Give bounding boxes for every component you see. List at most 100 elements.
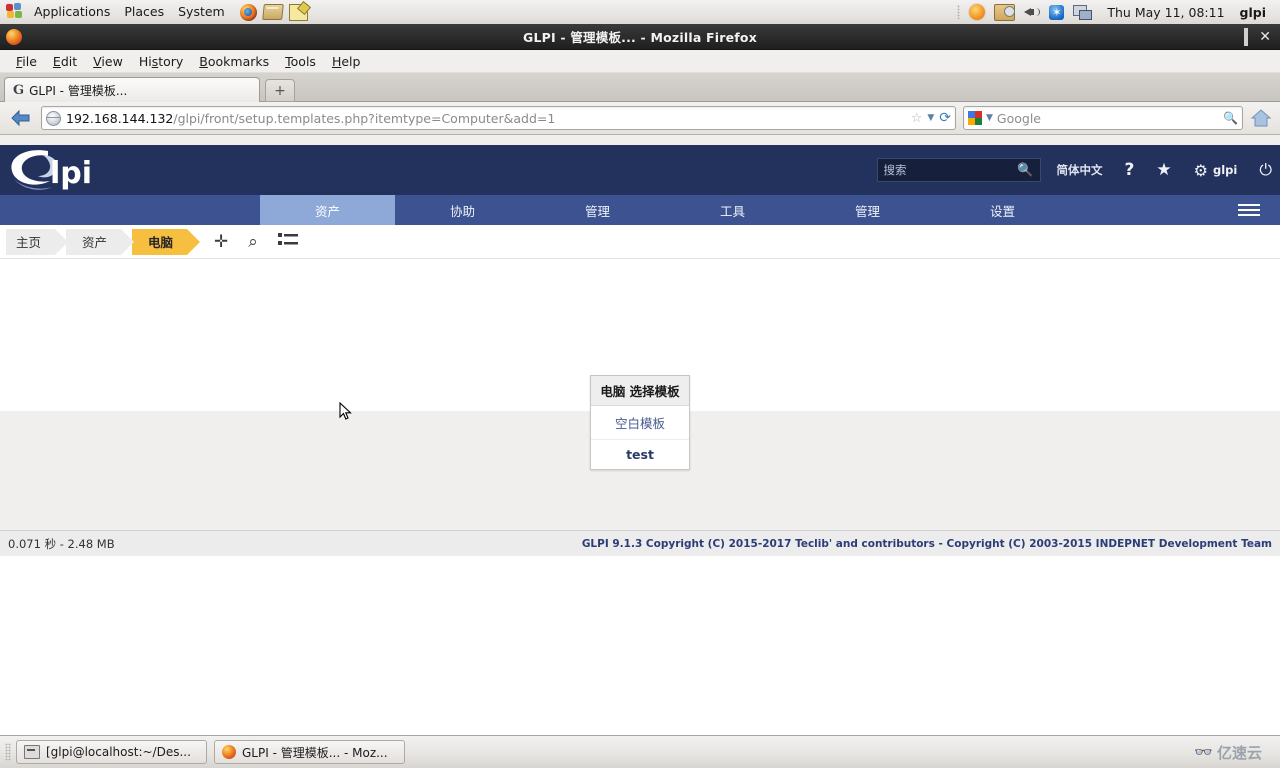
firefox-launcher-icon[interactable]	[240, 4, 257, 21]
menu-item-administration[interactable]: 管理	[800, 195, 935, 225]
template-item-blank[interactable]: 空白模板	[591, 406, 689, 439]
glpi-page: lpi 搜索 🔍 简体中文 ? ★ ⚙ glpi ⏻	[0, 145, 1280, 411]
breadcrumb-assets[interactable]: 资产	[66, 229, 121, 255]
home-button[interactable]	[1250, 108, 1272, 128]
menu-item-management[interactable]: 管理	[530, 195, 665, 225]
back-arrow-icon	[10, 109, 32, 127]
panel-menu-group: Applications Places System	[0, 0, 308, 24]
panel-username[interactable]: glpi	[1240, 5, 1270, 20]
glpi-logo[interactable]: lpi	[6, 143, 116, 197]
add-icon[interactable]: ✛	[214, 232, 228, 252]
site-identity-icon	[46, 111, 61, 126]
binoculars-icon[interactable]: 🔍	[1223, 111, 1238, 125]
template-selection-box: 电脑 选择模板 空白模板 test	[590, 375, 690, 470]
user-preferences[interactable]: ⚙ glpi	[1194, 161, 1238, 180]
template-box-title: 电脑 选择模板	[591, 376, 689, 406]
panel-clock[interactable]: Thu May 11, 08:11	[1101, 5, 1230, 20]
taskbar-item-terminal[interactable]: [glpi@localhost:~/Des...	[16, 740, 207, 764]
watermark-text: 亿速云	[1217, 742, 1262, 763]
menu-places[interactable]: Places	[117, 0, 171, 24]
cloud-glasses-icon: 👓	[1194, 743, 1213, 761]
terminal-icon	[24, 745, 40, 759]
glpi-search-box[interactable]: 搜索 🔍	[877, 158, 1041, 182]
glpi-header: lpi 搜索 🔍 简体中文 ? ★ ⚙ glpi ⏻	[0, 145, 1280, 195]
close-button[interactable]: ✕	[1259, 31, 1271, 43]
copyright-text[interactable]: GLPI 9.1.3 Copyright (C) 2015-2017 Tecli…	[582, 538, 1272, 550]
browser-tab[interactable]: G GLPI - 管理模板...	[4, 77, 260, 102]
language-selector[interactable]: 简体中文	[1057, 162, 1103, 178]
menu-edit[interactable]: Edit	[45, 54, 85, 69]
brightness-icon[interactable]	[969, 4, 985, 20]
hamburger-icon[interactable]	[1238, 195, 1260, 225]
firefox-window: GLPI - 管理模板... - Mozilla Firefox ✕ File …	[0, 24, 1280, 736]
search-bar[interactable]: ▼ Google 🔍	[963, 106, 1243, 130]
menu-item-setup[interactable]: 设置	[935, 195, 1070, 225]
glpi-header-actions: 搜索 🔍 简体中文 ? ★ ⚙ glpi ⏻	[877, 145, 1272, 195]
taskbar: [glpi@localhost:~/Des... GLPI - 管理模板... …	[0, 735, 1280, 768]
reload-icon[interactable]: ⟳	[939, 110, 951, 126]
help-launcher-icon[interactable]	[262, 4, 284, 20]
template-link-blank[interactable]: 空白模板	[615, 416, 665, 431]
url-dropdown-icon[interactable]: ▼	[927, 113, 934, 123]
browser-tabbar: G GLPI - 管理模板... +	[0, 73, 1280, 102]
taskbar-grip	[5, 743, 11, 761]
tab-title: GLPI - 管理模板...	[29, 82, 127, 99]
search-icon[interactable]: ⌕	[248, 232, 258, 252]
browser-navbar: 192.168.144.132/glpi/front/setup.templat…	[0, 102, 1280, 135]
url-host: 192.168.144.132	[66, 111, 173, 126]
template-item-test[interactable]: test	[591, 439, 689, 469]
breadcrumb-computers[interactable]: 电脑	[132, 229, 187, 255]
menu-view[interactable]: View	[85, 54, 131, 69]
breadcrumb-actions: ✛ ⌕	[214, 232, 298, 252]
menu-item-assets[interactable]: 资产	[260, 195, 395, 225]
gear-icon: ⚙	[1194, 161, 1208, 180]
search-icon[interactable]: 🔍	[1017, 163, 1033, 178]
menu-history[interactable]: History	[131, 54, 191, 69]
mouse-cursor	[339, 402, 352, 421]
engine-dropdown-icon[interactable]: ▼	[986, 113, 993, 123]
tray-grip	[957, 5, 960, 19]
list-icon[interactable]	[278, 232, 298, 252]
svg-text:lpi: lpi	[50, 156, 92, 191]
firefox-icon	[222, 745, 236, 759]
update-manager-icon[interactable]	[994, 4, 1015, 21]
google-icon	[968, 111, 982, 125]
logout-power-icon[interactable]: ⏻	[1259, 160, 1272, 180]
menu-system[interactable]: System	[171, 0, 232, 24]
menu-item-tools[interactable]: 工具	[665, 195, 800, 225]
maximize-button[interactable]	[1244, 31, 1248, 43]
breadcrumb: 主页 资产 电脑 ✛ ⌕	[0, 225, 1280, 259]
menu-applications[interactable]: Applications	[27, 0, 117, 24]
applications-puzzle-icon	[6, 3, 24, 21]
gnome-top-panel: Applications Places System ✶ Thu May 11,…	[0, 0, 1280, 25]
template-link-test[interactable]: test	[626, 447, 654, 462]
bluetooth-icon[interactable]: ✶	[1049, 5, 1064, 20]
panel-launchers	[240, 4, 308, 21]
breadcrumb-home[interactable]: 主页	[6, 229, 55, 255]
network-icon[interactable]	[1073, 5, 1092, 20]
menu-item-assistance[interactable]: 协助	[395, 195, 530, 225]
favorites-star-icon[interactable]: ★	[1156, 160, 1171, 180]
taskbar-item-label: GLPI - 管理模板... - Moz...	[242, 744, 388, 761]
menu-file[interactable]: File	[8, 54, 45, 69]
help-icon[interactable]: ?	[1125, 160, 1135, 180]
page-content: 电脑 选择模板 空白模板 test	[0, 259, 1280, 411]
new-tab-button[interactable]: +	[265, 79, 295, 102]
taskbar-item-firefox[interactable]: GLPI - 管理模板... - Moz...	[214, 740, 405, 764]
volume-icon[interactable]	[1024, 5, 1040, 19]
glpi-footer: 0.071 秒 - 2.48 MB GLPI 9.1.3 Copyright (…	[0, 530, 1280, 556]
menu-tools[interactable]: Tools	[277, 54, 324, 69]
notes-launcher-icon[interactable]	[289, 4, 308, 21]
menu-bookmarks[interactable]: Bookmarks	[191, 54, 277, 69]
glpi-search-placeholder: 搜索	[884, 162, 1018, 178]
back-button[interactable]	[8, 105, 34, 131]
glpi-username: glpi	[1213, 163, 1237, 177]
panel-tray: ✶ Thu May 11, 08:11 glpi	[957, 4, 1280, 21]
page-timing: 0.071 秒 - 2.48 MB	[8, 536, 115, 552]
menu-help[interactable]: Help	[324, 54, 369, 69]
bookmark-star-icon[interactable]: ☆	[911, 111, 923, 126]
window-titlebar: GLPI - 管理模板... - Mozilla Firefox ✕	[0, 24, 1280, 50]
taskbar-item-label: [glpi@localhost:~/Des...	[46, 745, 191, 759]
url-bar[interactable]: 192.168.144.132/glpi/front/setup.templat…	[41, 106, 956, 130]
glpi-favicon: G	[13, 83, 24, 98]
